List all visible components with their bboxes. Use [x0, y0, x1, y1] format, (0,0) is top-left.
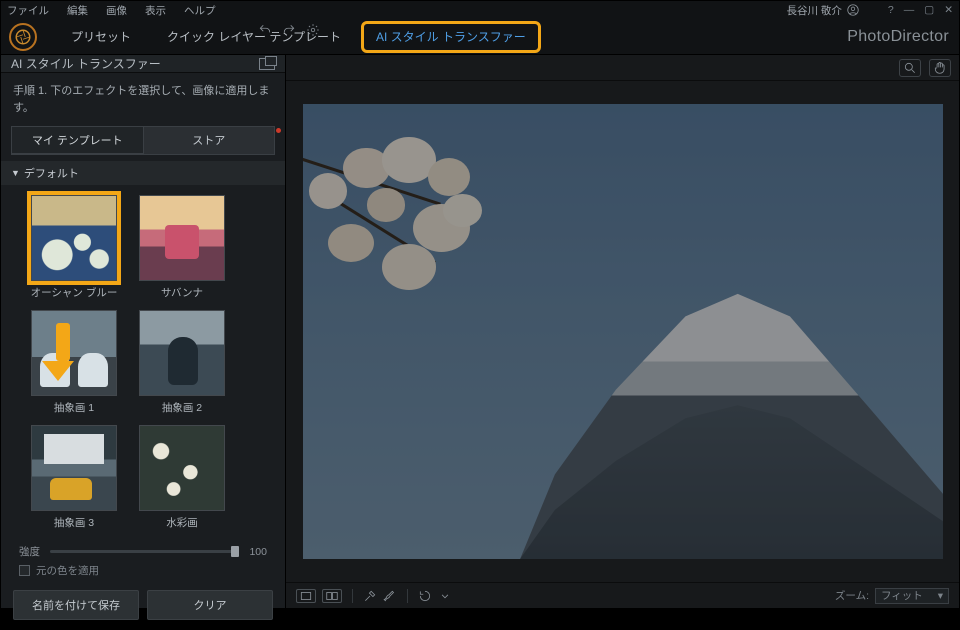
left-panel: AI スタイル トランスファー 手順 1. 下のエフェクトを選択して、画像に適用… [1, 55, 286, 608]
menu-image[interactable]: 画像 [106, 3, 127, 18]
store-notification-dot [276, 128, 281, 133]
subtab-store[interactable]: ストア [143, 126, 276, 155]
intensity-slider[interactable]: 強度 100 [1, 538, 285, 563]
callout-arrow [51, 323, 74, 381]
save-as-button[interactable]: 名前を付けて保存 [13, 590, 139, 620]
intensity-label: 強度 [19, 544, 40, 559]
undo-icon[interactable] [258, 23, 272, 37]
instruction-text: 手順 1. 下のエフェクトを選択して、画像に適用します。 [1, 73, 285, 126]
bottom-bar: ズーム: フィット ▾ [286, 582, 959, 608]
brush-icon[interactable] [383, 589, 397, 603]
canvas-toolstrip [286, 55, 959, 81]
close-icon[interactable]: ✕ [944, 4, 953, 16]
user-account[interactable]: 長谷川 敬介 [787, 3, 860, 18]
quick-tool-icons [258, 23, 320, 37]
clear-button[interactable]: クリア [147, 590, 273, 620]
panel-title: AI スタイル トランスファー [11, 55, 161, 72]
tab-ai-style-transfer[interactable]: AI スタイル トランスファー [361, 21, 541, 53]
zoom-value: フィット [881, 588, 923, 603]
zoom-select[interactable]: フィット ▾ [875, 588, 949, 604]
gear-icon[interactable] [306, 23, 320, 37]
app-logo [9, 23, 37, 51]
menu-edit[interactable]: 編集 [67, 3, 88, 18]
style-savanna[interactable]: サバンナ [131, 195, 233, 300]
app-window: ファイル 編集 画像 表示 ヘルプ 長谷川 敬介 ? — ▢ ✕ プリセット ク… [0, 0, 960, 609]
style-abstract-2-label: 抽象画 2 [162, 400, 202, 415]
popout-icon[interactable] [259, 58, 275, 70]
style-watercolor-label: 水彩画 [166, 515, 198, 530]
style-abstract-2-thumb [139, 310, 225, 396]
chevron-down-icon: ▼ [11, 168, 20, 178]
chevron-down-icon[interactable] [438, 589, 452, 603]
keep-original-color[interactable]: 元の色を適用 [1, 563, 285, 584]
left-actions: 名前を付けて保存 クリア [1, 584, 285, 630]
zoom-label: ズーム: [835, 588, 869, 603]
maximize-icon[interactable]: ▢ [924, 4, 934, 16]
app-brand: PhotoDirector [847, 28, 949, 46]
menu-view[interactable]: 表示 [145, 3, 166, 18]
checkbox-icon[interactable] [19, 565, 30, 576]
style-abstract-1[interactable]: 抽象画 1 [23, 310, 125, 415]
menubar: ファイル 編集 画像 表示 ヘルプ 長谷川 敬介 ? — ▢ ✕ [1, 1, 959, 19]
minimize-icon[interactable]: — [904, 4, 915, 16]
style-ocean-blue-thumb [31, 195, 117, 281]
menu-file[interactable]: ファイル [7, 3, 49, 18]
section-label: デフォルト [24, 165, 79, 181]
user-icon [846, 3, 860, 17]
aperture-icon [14, 28, 32, 46]
hand-icon [933, 61, 947, 75]
style-abstract-1-label: 抽象画 1 [54, 400, 94, 415]
intensity-value: 100 [249, 546, 267, 558]
style-abstract-2[interactable]: 抽象画 2 [131, 310, 233, 415]
rotate-icon[interactable] [418, 589, 432, 603]
keep-original-color-label: 元の色を適用 [36, 563, 99, 578]
view-split-icon[interactable] [322, 589, 342, 603]
style-watercolor-thumb [139, 425, 225, 511]
tab-quick-layer[interactable]: クイック レイヤー テンプレート [151, 22, 357, 51]
style-abstract-3-thumb [31, 425, 117, 511]
style-watercolor[interactable]: 水彩画 [131, 425, 233, 530]
right-area: ズーム: フィット ▾ [286, 55, 959, 608]
left-panel-header: AI スタイル トランスファー [1, 55, 285, 73]
chevron-down-icon: ▾ [938, 590, 943, 602]
intensity-track[interactable] [50, 550, 239, 553]
canvas-wrap [286, 81, 959, 582]
style-savanna-thumb [139, 195, 225, 281]
template-subtabs: マイ テンプレート ストア [11, 126, 275, 155]
help-icon[interactable]: ? [888, 4, 894, 16]
pan-tool[interactable] [929, 59, 951, 77]
style-ocean-blue[interactable]: オーシャン ブルー [23, 195, 125, 300]
style-savanna-label: サバンナ [161, 285, 203, 300]
section-default[interactable]: ▼ デフォルト [1, 161, 285, 185]
style-abstract-3-label: 抽象画 3 [54, 515, 94, 530]
canvas-image[interactable] [303, 104, 943, 559]
view-single-icon[interactable] [296, 589, 316, 603]
style-ocean-blue-label: オーシャン ブルー [31, 285, 118, 300]
split-view-icon [325, 589, 339, 603]
eyedropper-icon[interactable] [363, 589, 377, 603]
redo-icon[interactable] [282, 23, 296, 37]
titlebar: プリセット クイック レイヤー テンプレート AI スタイル トランスファー P… [1, 19, 959, 55]
search-icon [903, 61, 917, 75]
style-abstract-3[interactable]: 抽象画 3 [23, 425, 125, 530]
style-abstract-1-thumb [31, 310, 117, 396]
subtab-my-templates[interactable]: マイ テンプレート [11, 126, 143, 155]
menu-help[interactable]: ヘルプ [184, 3, 216, 18]
zoom-tool[interactable] [899, 59, 921, 77]
intensity-handle[interactable] [231, 546, 239, 557]
user-name: 長谷川 敬介 [787, 3, 842, 18]
tab-preset[interactable]: プリセット [55, 22, 147, 51]
single-view-icon [299, 589, 313, 603]
